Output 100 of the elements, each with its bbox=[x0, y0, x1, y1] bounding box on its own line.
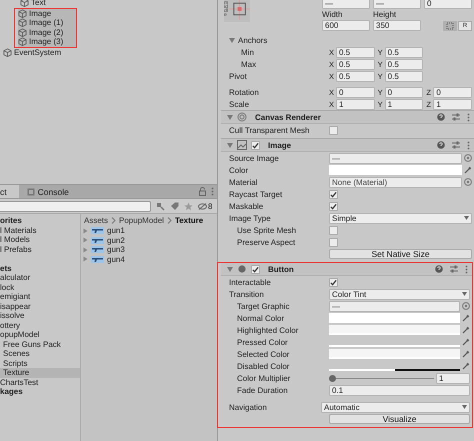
help-icon[interactable] bbox=[435, 265, 443, 273]
color-field[interactable] bbox=[329, 165, 462, 175]
object-field[interactable]: None (Material) bbox=[329, 176, 462, 188]
number-field[interactable]: 0 bbox=[433, 86, 472, 98]
folder-item[interactable]: isappear bbox=[0, 302, 80, 311]
folder-item[interactable]: kages bbox=[0, 387, 80, 396]
number-field[interactable]: 1 bbox=[436, 372, 470, 384]
folder-item[interactable]: Scripts bbox=[0, 358, 80, 368]
breadcrumb-link[interactable]: Texture bbox=[174, 216, 204, 224]
hierarchy-item[interactable]: EventSystem bbox=[0, 48, 217, 57]
object-field[interactable]: — bbox=[329, 300, 460, 312]
breadcrumb-link[interactable]: PopupModel bbox=[119, 216, 164, 224]
breadcrumb-link[interactable]: Assets bbox=[84, 216, 108, 224]
picker-icon[interactable] bbox=[464, 154, 472, 162]
color-field[interactable] bbox=[329, 313, 460, 323]
sliders-icon[interactable] bbox=[450, 265, 458, 273]
number-field[interactable]: 1 bbox=[433, 98, 472, 110]
slider[interactable] bbox=[329, 374, 434, 382]
eyedropper-icon[interactable] bbox=[464, 166, 472, 174]
more-icon[interactable] bbox=[467, 112, 470, 122]
folder-item[interactable]: l Models bbox=[0, 235, 80, 244]
number-field[interactable]: 0 bbox=[336, 86, 375, 98]
folder-item[interactable]: Free Guns Pack bbox=[0, 340, 80, 349]
eyedropper-icon[interactable] bbox=[462, 326, 470, 334]
hierarchy-item[interactable]: Image bbox=[18, 8, 76, 18]
fold-arrow-icon[interactable] bbox=[227, 114, 233, 120]
picker-icon[interactable] bbox=[462, 302, 470, 310]
number-field[interactable]: 1 bbox=[384, 98, 424, 110]
lock-icon[interactable] bbox=[199, 187, 206, 196]
fold-arrow-icon[interactable] bbox=[229, 38, 235, 42]
number-field[interactable]: 0.5 bbox=[336, 58, 375, 70]
fold-arrow-icon[interactable] bbox=[227, 142, 233, 148]
more-icon[interactable] bbox=[465, 264, 468, 274]
number-field[interactable]: — bbox=[322, 0, 370, 9]
checkbox[interactable] bbox=[251, 140, 260, 150]
more-icon[interactable] bbox=[467, 140, 470, 150]
eyedropper-icon[interactable] bbox=[462, 362, 470, 370]
hidden-count-toggle[interactable]: 8 bbox=[198, 202, 212, 210]
number-field[interactable]: 0.5 bbox=[384, 58, 424, 70]
fold-arrow-icon[interactable] bbox=[227, 266, 233, 272]
number-field[interactable]: 0.1 bbox=[329, 384, 470, 396]
more-icon[interactable] bbox=[211, 187, 214, 196]
folder-item[interactable]: alculator bbox=[0, 273, 80, 282]
asset-item[interactable]: gun1 bbox=[107, 226, 125, 236]
asset-item[interactable]: gun4 bbox=[107, 254, 125, 264]
number-field[interactable]: 350 bbox=[373, 20, 421, 31]
checkbox[interactable] bbox=[329, 226, 338, 234]
checkbox[interactable] bbox=[329, 238, 338, 246]
dropdown[interactable]: Automatic bbox=[321, 402, 470, 412]
sliders-icon[interactable] bbox=[452, 141, 460, 149]
number-field[interactable]: 0 bbox=[424, 0, 472, 9]
action-button[interactable]: Visualize bbox=[329, 414, 470, 424]
checkbox[interactable] bbox=[329, 202, 338, 210]
checkbox[interactable] bbox=[329, 278, 338, 286]
asset-item[interactable]: gun3 bbox=[107, 245, 125, 254]
sliders-icon[interactable] bbox=[452, 113, 460, 121]
number-field[interactable]: 1 bbox=[336, 98, 375, 110]
folder-item[interactable]: Texture bbox=[0, 368, 80, 378]
blueprint-toggle-icon[interactable] bbox=[443, 20, 457, 30]
number-field[interactable]: 0.5 bbox=[336, 70, 375, 82]
folder-item[interactable]: emigiant bbox=[0, 292, 80, 302]
folder-item[interactable]: Scenes bbox=[0, 349, 80, 358]
help-icon[interactable] bbox=[437, 141, 445, 149]
number-field[interactable]: 0.5 bbox=[384, 46, 424, 58]
object-field[interactable]: — bbox=[329, 152, 462, 164]
folder-item[interactable]: l Prefabs bbox=[0, 244, 80, 254]
folder-item[interactable]: issolve bbox=[0, 311, 80, 320]
search-field[interactable] bbox=[0, 200, 151, 212]
color-field[interactable] bbox=[329, 349, 460, 359]
folder-item[interactable]: l Materials bbox=[0, 226, 80, 235]
folder-item[interactable]: orites bbox=[0, 216, 80, 226]
checkbox[interactable] bbox=[329, 190, 338, 198]
asset-item[interactable]: gun2 bbox=[107, 236, 125, 245]
folder-item[interactable]: ottery bbox=[0, 320, 80, 330]
number-field[interactable]: — bbox=[373, 0, 421, 9]
color-field[interactable] bbox=[329, 325, 460, 335]
picker-icon[interactable] bbox=[464, 178, 472, 186]
folder-item[interactable]: opupModel bbox=[0, 330, 80, 340]
hierarchy-item[interactable]: Text bbox=[0, 0, 217, 8]
checkbox[interactable] bbox=[329, 126, 338, 134]
tag-icon[interactable] bbox=[170, 202, 179, 210]
number-field[interactable]: 0.5 bbox=[336, 46, 375, 58]
folder-item[interactable]: ets bbox=[0, 264, 80, 273]
eyedropper-icon[interactable] bbox=[462, 338, 470, 346]
star-icon[interactable] bbox=[184, 202, 193, 210]
number-field[interactable]: 600 bbox=[322, 20, 370, 31]
checkbox[interactable] bbox=[251, 264, 260, 274]
eyedropper-icon[interactable] bbox=[462, 314, 470, 322]
help-icon[interactable] bbox=[437, 113, 445, 121]
action-button[interactable]: Set Native Size bbox=[329, 249, 472, 259]
panel-tab[interactable]: ct bbox=[0, 185, 19, 198]
number-field[interactable]: 0 bbox=[384, 86, 424, 98]
hierarchy-item[interactable]: Image (1) bbox=[18, 18, 76, 28]
dropdown[interactable]: Simple bbox=[329, 212, 472, 224]
folder-item[interactable]: ChartsTest bbox=[0, 378, 80, 387]
folder-item[interactable]: lock bbox=[0, 282, 80, 292]
dropdown[interactable]: Color Tint bbox=[329, 288, 470, 300]
hierarchy-item[interactable]: Image (3) bbox=[18, 37, 76, 46]
number-field[interactable]: 0.5 bbox=[384, 70, 424, 82]
filter-icon[interactable] bbox=[156, 202, 165, 210]
